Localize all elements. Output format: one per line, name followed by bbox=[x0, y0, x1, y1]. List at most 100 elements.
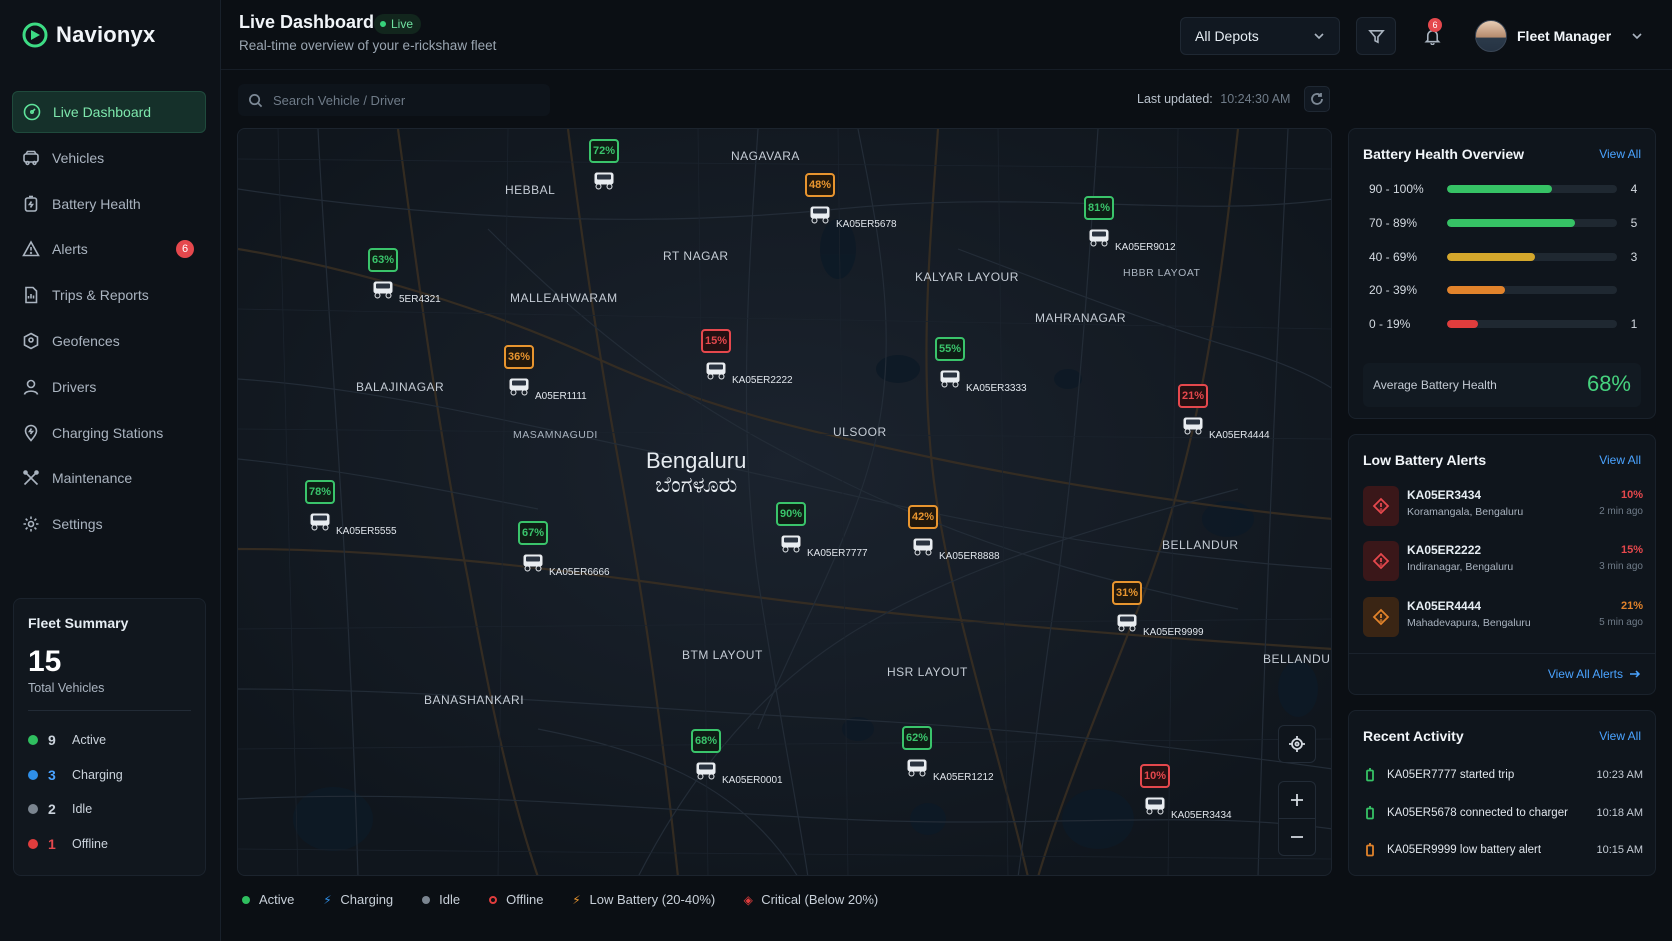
area-label: MALLEAHWARAM bbox=[510, 291, 618, 305]
dot-icon bbox=[421, 895, 431, 905]
legend-item-low-battery: ⚡ Low Battery (20-40%) bbox=[571, 892, 715, 907]
geofence-icon bbox=[22, 332, 40, 350]
car-icon bbox=[22, 149, 40, 167]
activity-item[interactable]: KA05ER7777 started trip 10:23 AM bbox=[1363, 766, 1643, 784]
battery-range-bar bbox=[1447, 286, 1617, 294]
alert-item[interactable]: KA05ER2222 Indiranagar, Bengaluru 15% 3 … bbox=[1363, 539, 1643, 585]
last-updated-time: 10:24:30 AM bbox=[1220, 92, 1291, 106]
area-label: BELLANDUR bbox=[1162, 538, 1239, 552]
vehicle-battery-badge: 68% bbox=[691, 729, 721, 753]
user-menu[interactable]: Fleet Manager bbox=[1475, 19, 1643, 53]
rickshaw-icon bbox=[522, 553, 544, 572]
filter-button[interactable] bbox=[1356, 17, 1396, 55]
vehicle-plate-label: KA05ER3434 bbox=[1171, 810, 1232, 821]
activity-item[interactable]: KA05ER9999 low battery alert 10:15 AM bbox=[1363, 841, 1643, 859]
refresh-button[interactable] bbox=[1304, 86, 1330, 112]
battery-range-row: 40 - 69% 3 bbox=[1369, 249, 1639, 265]
sidebar-item-drivers[interactable]: Drivers bbox=[12, 366, 206, 408]
battery-range-count: 1 bbox=[1630, 317, 1638, 331]
sidebar-item-battery-health[interactable]: Battery Health bbox=[12, 183, 206, 225]
live-map[interactable]: NAGAVARA HEBBAL RT NAGAR KALYAR LAYOUR H… bbox=[237, 128, 1332, 876]
alert-battery-pct: 10% bbox=[1620, 489, 1643, 501]
map-legend: Active ⚡ Charging Idle Offline ⚡ Low Bat… bbox=[241, 892, 878, 907]
rickshaw-icon bbox=[912, 537, 934, 556]
summary-row-idle: 2 Idle bbox=[28, 792, 191, 827]
search-box[interactable] bbox=[238, 84, 550, 116]
vehicle-plate-label: KA05ER3333 bbox=[966, 383, 1027, 394]
crosshair-icon bbox=[1289, 736, 1305, 752]
low-battery-view-all-link[interactable]: View All bbox=[1599, 453, 1641, 467]
legend-item-active: Active bbox=[241, 892, 294, 907]
battery-icon bbox=[1363, 843, 1377, 857]
rickshaw-icon bbox=[809, 205, 831, 224]
view-all-alerts-link[interactable]: View All Alerts bbox=[1548, 667, 1641, 681]
summary-row-charging: 3 Charging bbox=[28, 758, 191, 793]
area-label: HBBR LAYOAT bbox=[1123, 267, 1201, 279]
sidebar-item-charging-stations[interactable]: Charging Stations bbox=[12, 412, 206, 454]
view-all-alerts-label: View All Alerts bbox=[1547, 667, 1623, 681]
sidebar-item-trips-reports[interactable]: Trips & Reports bbox=[12, 274, 206, 316]
sidebar-item-label: Geofences bbox=[52, 332, 120, 349]
rickshaw-icon bbox=[1182, 416, 1204, 435]
avg-value: 68% bbox=[1586, 371, 1631, 396]
report-icon bbox=[22, 286, 40, 304]
sidebar-item-settings[interactable]: Settings bbox=[12, 503, 206, 545]
sidebar-item-label: Settings bbox=[52, 516, 103, 533]
battery-range-bar bbox=[1447, 185, 1617, 193]
battery-health-view-all-link[interactable]: View All bbox=[1599, 147, 1641, 161]
area-label: BALAJINAGAR bbox=[356, 380, 445, 394]
area-label: MAHRANAGAR bbox=[1035, 311, 1127, 325]
alert-warning-icon bbox=[1363, 486, 1399, 526]
sidebar-item-alerts[interactable]: Alerts 6 bbox=[12, 228, 206, 270]
avg-label: Average Battery Health bbox=[1373, 378, 1497, 392]
rickshaw-icon bbox=[309, 512, 331, 531]
brand-name: Navionyx bbox=[56, 22, 156, 47]
avatar bbox=[1475, 20, 1507, 52]
alert-item[interactable]: KA05ER3434 Koramangala, Bengaluru 10% 2 … bbox=[1363, 484, 1643, 530]
recent-activity-view-all-link[interactable]: View All bbox=[1599, 729, 1641, 743]
brand[interactable]: Navionyx bbox=[22, 22, 155, 48]
notifications-button[interactable]: 6 bbox=[1412, 17, 1452, 55]
search-input[interactable] bbox=[273, 92, 523, 108]
legend-item-critical: ◈ Critical (Below 20%) bbox=[743, 892, 879, 907]
summary-count: 9 bbox=[48, 732, 56, 749]
recent-activity-panel: Recent Activity View All KA05ER7777 star… bbox=[1348, 710, 1656, 876]
sidebar-item-label: Charging Stations bbox=[52, 424, 164, 441]
alert-time: 3 min ago bbox=[1599, 561, 1643, 572]
page-title: Live Dashboard bbox=[239, 12, 375, 32]
sidebar-item-geofences[interactable]: Geofences bbox=[12, 320, 206, 362]
sidebar-item-vehicles[interactable]: Vehicles bbox=[12, 137, 206, 179]
activity-time: 10:15 AM bbox=[1596, 844, 1643, 856]
filter-icon bbox=[1367, 29, 1385, 43]
alert-item[interactable]: KA05ER4444 Mahadevapura, Bengaluru 21% 5… bbox=[1363, 595, 1643, 641]
battery-range-label: 70 - 89% bbox=[1369, 216, 1418, 230]
activity-text: KA05ER9999 low battery alert bbox=[1387, 844, 1542, 856]
rickshaw-icon bbox=[780, 534, 802, 553]
summary-row-active: 9 Active bbox=[28, 723, 191, 758]
vehicle-battery-badge: 31% bbox=[1112, 581, 1142, 605]
live-label: Live bbox=[391, 17, 414, 31]
user-name: Fleet Manager bbox=[1517, 28, 1612, 44]
battery-range-row: 20 - 39% bbox=[1369, 282, 1639, 298]
legend-label: Charging bbox=[340, 892, 394, 907]
area-label: KALYAR LAYOUR bbox=[915, 270, 1019, 284]
alert-plate: KA05ER4444 bbox=[1407, 599, 1482, 613]
locate-button[interactable] bbox=[1278, 725, 1316, 763]
rickshaw-icon bbox=[939, 369, 961, 388]
summary-count: 3 bbox=[48, 766, 56, 783]
vehicle-battery-badge: 42% bbox=[908, 505, 938, 529]
activity-item[interactable]: KA05ER5678 connected to charger 10:18 AM bbox=[1363, 804, 1643, 822]
area-label: NAGAVARA bbox=[731, 149, 800, 163]
vehicle-battery-badge: 55% bbox=[935, 337, 965, 361]
depot-select[interactable]: All Depots bbox=[1180, 17, 1340, 55]
vehicle-plate-label: KA05ER2222 bbox=[732, 375, 793, 386]
legend-label: Active bbox=[259, 892, 295, 907]
battery-icon bbox=[1363, 806, 1377, 820]
sidebar-item-live-dashboard[interactable]: Live Dashboard bbox=[12, 91, 206, 133]
sidebar-item-maintenance[interactable]: Maintenance bbox=[12, 457, 206, 499]
rickshaw-icon bbox=[508, 377, 530, 396]
battery-range-bar bbox=[1447, 219, 1617, 227]
vehicle-battery-badge: 48% bbox=[805, 173, 835, 197]
zoom-out-button[interactable] bbox=[1278, 818, 1316, 856]
zoom-in-button[interactable] bbox=[1278, 781, 1316, 819]
